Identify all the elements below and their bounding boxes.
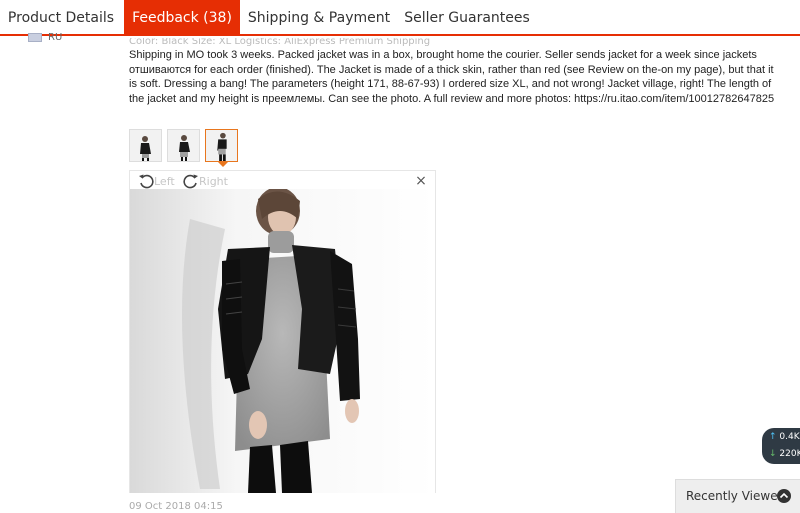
recently-viewed-label: Recently Viewed bbox=[686, 489, 786, 503]
close-viewer-button[interactable]: × bbox=[414, 173, 428, 189]
review-photo-thumbnail-selected[interactable] bbox=[205, 129, 238, 162]
upload-arrow-icon: ↑ bbox=[769, 432, 777, 442]
review-photo-thumbnail[interactable] bbox=[167, 129, 200, 162]
selected-thumbnail-indicator bbox=[218, 162, 228, 167]
review-text: Shipping in MO took 3 weeks. Packed jack… bbox=[129, 49, 775, 105]
tab-product-details[interactable]: Product Details bbox=[0, 0, 122, 36]
network-speed-widget[interactable]: ↑ 0.4K ↓ 220K bbox=[762, 428, 800, 464]
chevron-up-icon bbox=[777, 489, 791, 503]
close-icon: × bbox=[415, 173, 427, 189]
tab-seller-guarantees[interactable]: Seller Guarantees bbox=[398, 0, 536, 36]
buyer-country: RU bbox=[48, 32, 63, 43]
tab-feedback[interactable]: Feedback (38) bbox=[124, 0, 240, 36]
download-speed: 220K bbox=[779, 449, 800, 459]
rotate-left-button[interactable]: Left bbox=[138, 173, 175, 189]
tab-bar: Product Details Feedback (38) Shipping &… bbox=[0, 0, 800, 36]
review-photo-thumbnail[interactable] bbox=[129, 129, 162, 162]
recently-viewed-button[interactable]: Recently Viewed bbox=[675, 479, 800, 513]
photo-viewer: Left Right × bbox=[129, 170, 436, 493]
review-date: 09 Oct 2018 04:15 bbox=[129, 501, 223, 512]
rotate-left-icon bbox=[138, 173, 154, 189]
review-meta: Color: Black Size: XL Logistics: AliExpr… bbox=[129, 38, 431, 46]
flag-icon bbox=[28, 33, 42, 42]
tab-shipping-payment[interactable]: Shipping & Payment bbox=[242, 0, 396, 36]
download-arrow-icon: ↓ bbox=[769, 449, 777, 459]
rotate-right-button[interactable]: Right bbox=[183, 173, 228, 189]
review-photo-large bbox=[130, 187, 435, 493]
upload-speed: 0.4K bbox=[779, 432, 800, 442]
rotate-right-icon bbox=[183, 173, 199, 189]
